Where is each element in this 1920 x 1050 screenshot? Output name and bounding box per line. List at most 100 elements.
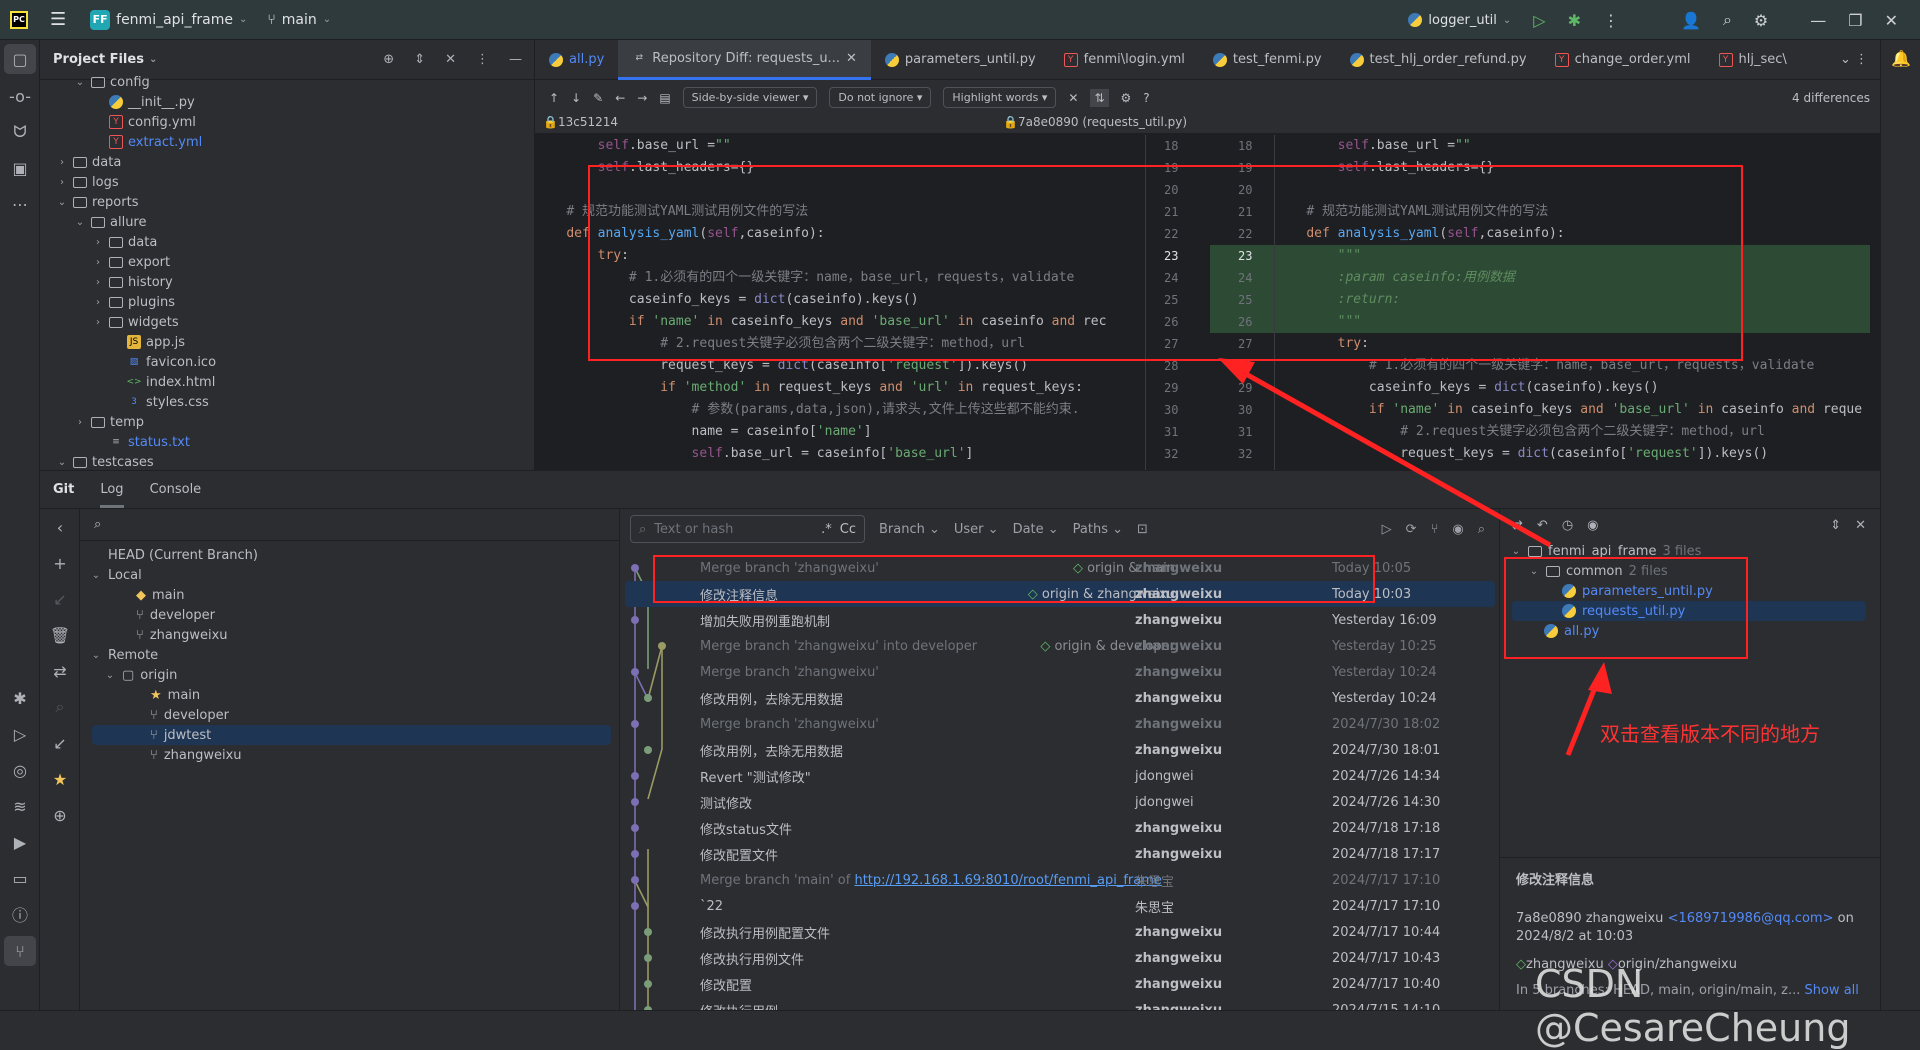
changed-file[interactable]: parameters_until.py [1500, 581, 1880, 601]
gitlab-tool-icon[interactable]: ᗢ [0, 114, 40, 150]
view-options-icon[interactable]: ◉ [1452, 522, 1463, 537]
locate-branch-icon[interactable]: ⊕ [40, 797, 80, 833]
new-tab-icon[interactable]: ⊡ [1137, 522, 1148, 537]
tree-item-yml[interactable]: Yconfig.yml [40, 112, 534, 132]
log-search-input[interactable]: ⌕ Text or hash .* Cc [630, 515, 865, 543]
main-menu-icon[interactable]: ☰ [50, 9, 66, 30]
branch-item[interactable]: ⑂ developer [80, 705, 619, 725]
branch-item[interactable]: ⌄ Remote [80, 645, 619, 665]
problems-icon[interactable]: ⓘ [0, 896, 40, 932]
tree-item-folder[interactable]: › data [40, 152, 534, 172]
sync-scroll-icon[interactable]: ⇅ [1090, 88, 1109, 107]
highlight-dropdown[interactable]: Highlight words ▾ [943, 87, 1057, 108]
next-diff-icon[interactable]: ↓ [571, 91, 581, 105]
commit-row[interactable]: 增加失败用例重跑机制 zhangweixu Yesterday 16:09 [625, 607, 1495, 633]
project-panel-title[interactable]: Project Files [53, 52, 144, 67]
cherry-pick-icon[interactable]: ▷ [1382, 522, 1392, 537]
commit-row[interactable]: `22 朱思宝 2024/7/17 17:10 [625, 893, 1495, 919]
collapse-panel-icon[interactable]: ‹ [40, 509, 80, 545]
debug-tool-icon[interactable]: ✱ [0, 680, 40, 716]
project-selector[interactable]: FF fenmi_api_frame ⌄ [90, 9, 247, 30]
commit-row[interactable]: 测试修改 jdongwei 2024/7/26 14:30 [625, 789, 1495, 815]
more-icon[interactable]: ⋮ [1603, 11, 1619, 30]
tree-item-yml[interactable]: Yextract.yml [40, 132, 534, 152]
changed-file[interactable]: all.py [1500, 621, 1880, 641]
branch-item[interactable]: ⌄ ▢ origin [80, 665, 619, 685]
close-window-icon[interactable]: ✕ [1885, 11, 1898, 30]
tab-console[interactable]: Console [150, 482, 202, 497]
tree-item-folder[interactable]: ⌄ config [40, 72, 534, 92]
commit-row[interactable]: Merge branch 'zhangweixu' ◇ origin & main… [625, 555, 1495, 581]
branch-search[interactable]: ⌕ [80, 509, 619, 541]
history-icon[interactable]: ◷ [1562, 518, 1573, 533]
notifications-icon[interactable]: 🔔 [1881, 40, 1920, 76]
tree-item-css[interactable]: 3 styles.css [40, 392, 534, 412]
services-icon[interactable]: ▶ [0, 824, 40, 860]
compare-icon[interactable]: ⇄ [1512, 518, 1523, 533]
new-branch-icon[interactable]: + [40, 545, 80, 581]
branch-item[interactable]: ⑂ jdwtest [92, 725, 611, 745]
update-icon[interactable]: ↙ [40, 581, 80, 617]
tab-0[interactable]: all.py [535, 40, 618, 80]
commit-row[interactable]: 修改配置 zhangweixu 2024/7/17 10:40 [625, 971, 1495, 997]
commit-row[interactable]: 修改用例，去除无用数据 zhangweixu Yesterday 10:24 [625, 685, 1495, 711]
commit-row[interactable]: Revert "测试修改" jdongwei 2024/7/26 14:34 [625, 763, 1495, 789]
compare-icon[interactable]: ⇄ [40, 653, 80, 689]
run-tool-icon[interactable]: ▷ [0, 716, 40, 752]
branch-item[interactable]: HEAD (Current Branch) [80, 545, 619, 565]
viewer-dropdown[interactable]: Side-by-side viewer ▾ [682, 87, 818, 108]
commit-link[interactable]: http://192.168.1.69:8010/root/fenmi_api_… [854, 873, 1161, 888]
help-icon[interactable]: ? [1143, 91, 1149, 105]
tab-5[interactable]: test_hlj_order_refund.py [1336, 40, 1541, 80]
options-icon[interactable]: ⋮ [476, 52, 489, 67]
filter-user[interactable]: User ⌄ [954, 522, 999, 537]
more-tools-icon[interactable]: ⋯ [0, 186, 40, 222]
favorite-icon[interactable]: ★ [40, 761, 80, 797]
right-code-pane[interactable]: self.base_url ="" self.base_url ="" self… [1275, 135, 1870, 470]
branch-item[interactable]: ★ main [80, 685, 619, 705]
commit-row[interactable]: 修改用例，去除无用数据 zhangweixu 2024/7/30 18:01 [625, 737, 1495, 763]
preview-icon[interactable]: ◉ [1587, 518, 1598, 533]
fetch-icon[interactable]: ↙ [40, 725, 80, 761]
tree-item-folder[interactable]: › temp [40, 412, 534, 432]
tree-item-folder[interactable]: ⌄ allure [40, 212, 534, 232]
tree-item-folder[interactable]: › history [40, 272, 534, 292]
branch-item[interactable]: ⌄ Local [80, 565, 619, 585]
search-icon[interactable]: ⌕ [1478, 522, 1485, 537]
filter-paths[interactable]: Paths ⌄ [1073, 522, 1123, 537]
author-email[interactable]: <1689719986@qq.com> [1668, 911, 1834, 926]
tab-3[interactable]: Yfenmi\login.yml [1050, 40, 1199, 80]
graph-options-icon[interactable]: ⑂ [1431, 522, 1439, 537]
tabs-more-icon[interactable]: ⌄ ⋮ [1840, 52, 1880, 67]
prev-diff-icon[interactable]: ↑ [549, 91, 559, 105]
tree-item-folder[interactable]: ⌄ testcases [40, 452, 534, 470]
changes-root[interactable]: ⌄ fenmi_api_frame 3 files [1500, 541, 1880, 561]
commit-row[interactable]: Merge branch 'zhangweixu' zhangweixu Yeste… [625, 659, 1495, 685]
collapse-all-icon[interactable]: ✕ [445, 52, 456, 67]
back-icon[interactable]: ← [615, 91, 625, 105]
expand-all-icon[interactable]: ⇕ [414, 52, 425, 67]
branch-selector[interactable]: ⑂ main ⌄ [267, 12, 331, 28]
forward-icon[interactable]: → [637, 91, 647, 105]
project-tool-icon[interactable]: ▢ [4, 44, 36, 74]
tree-item-folder[interactable]: › widgets [40, 312, 534, 332]
diff-settings-icon[interactable]: ⚙ [1121, 91, 1132, 105]
changes-folder[interactable]: ⌄ common 2 files [1500, 561, 1880, 581]
regex-toggle[interactable]: .* [821, 522, 832, 537]
layers-icon[interactable]: ≋ [0, 788, 40, 824]
tab-1[interactable]: ⇄ Repository Diff: requests_u... ✕ [618, 39, 871, 80]
structure-tool-icon[interactable]: ▣ [0, 150, 40, 186]
file-icon[interactable]: ▤ [659, 91, 670, 105]
tree-item-folder[interactable]: ⌄ reports [40, 192, 534, 212]
refresh-icon[interactable]: ⟳ [1406, 522, 1417, 537]
tree-item-folder[interactable]: › export [40, 252, 534, 272]
edit-icon[interactable]: ✎ [593, 91, 603, 105]
changed-file-selected[interactable]: requests_util.py [1512, 601, 1866, 621]
tree-item-img[interactable]: ▧ favicon.ico [40, 352, 534, 372]
tree-item-folder[interactable]: › data [40, 232, 534, 252]
python-console-icon[interactable]: ◎ [0, 752, 40, 788]
tab-log[interactable]: Log [100, 472, 124, 508]
hide-icon[interactable]: — [509, 52, 522, 67]
restore-icon[interactable]: ❐ [1848, 11, 1862, 30]
tree-item-folder[interactable]: › logs [40, 172, 534, 192]
